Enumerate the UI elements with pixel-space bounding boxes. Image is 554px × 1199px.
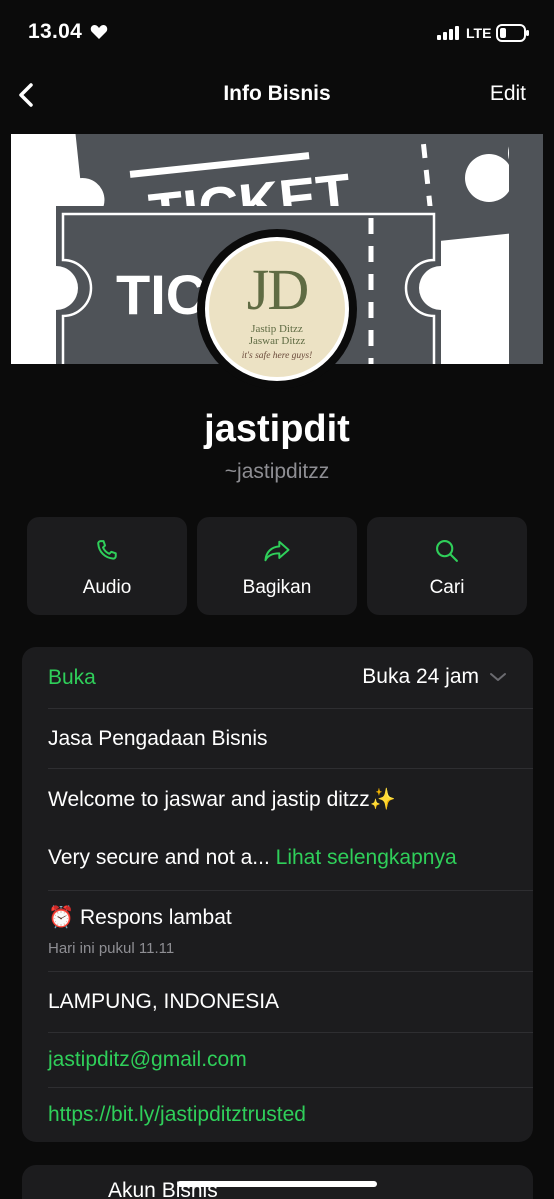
description-line-2: Very secure and not a... Lihat selengkap… xyxy=(48,846,457,870)
cover-text-front: TIC xyxy=(116,263,206,326)
business-category: Jasa Pengadaan Bisnis xyxy=(48,727,268,750)
chevron-down-icon xyxy=(490,673,506,681)
share-icon xyxy=(264,540,290,562)
hours-label: Buka 24 jam xyxy=(362,665,479,688)
hours-dropdown[interactable]: Buka 24 jam xyxy=(362,665,507,689)
heart-icon xyxy=(90,25,108,39)
audio-label: Audio xyxy=(82,577,132,598)
status-time: 13.04 xyxy=(28,20,83,43)
divider xyxy=(48,1087,533,1088)
logo-line-2: Jaswar Ditzz xyxy=(248,335,306,347)
website-link[interactable]: https://bit.ly/jastipditztrusted xyxy=(48,1103,306,1127)
open-status: Buka xyxy=(48,666,96,689)
response-row: ⏰ Respons lambat xyxy=(48,906,232,930)
logo-tagline: it's safe here guys! xyxy=(241,351,313,361)
business-info-card: Buka Buka 24 jam Jasa Pengadaan Bisnis W… xyxy=(22,647,533,1142)
network-type: LTE xyxy=(466,25,492,41)
response-time: Hari ini pukul 11.11 xyxy=(48,940,175,957)
divider xyxy=(48,768,533,769)
page-title: Info Bisnis xyxy=(223,82,331,105)
description-preview: Very secure and not a... xyxy=(48,846,270,869)
status-bar: 13.04 LTE xyxy=(0,0,554,68)
business-name: jastipdit xyxy=(204,408,350,450)
signal-icon xyxy=(437,26,459,40)
battery-icon xyxy=(496,24,529,42)
logo-line-1: Jastip Ditzz xyxy=(251,323,303,335)
see-more-link[interactable]: Lihat selengkapnya xyxy=(276,846,457,869)
avatar[interactable]: JD Jastip Ditzz Jaswar Ditzz it's safe h… xyxy=(209,241,345,377)
email-link[interactable]: jastipditz@gmail.com xyxy=(48,1048,247,1072)
share-label: Bagikan xyxy=(242,577,312,598)
share-button[interactable]: Bagikan xyxy=(197,517,357,615)
description-line-1: Welcome to jaswar and jastip ditzz✨ xyxy=(48,788,396,811)
divider xyxy=(48,1032,533,1033)
location: LAMPUNG, INDONESIA xyxy=(48,990,280,1013)
nav-bar: Info Bisnis Edit xyxy=(0,68,554,122)
search-icon xyxy=(436,540,458,562)
audio-call-button[interactable]: Audio xyxy=(27,517,187,615)
divider xyxy=(48,890,533,891)
search-label: Cari xyxy=(429,577,465,598)
logo-monogram: JD xyxy=(246,257,309,322)
divider xyxy=(48,971,533,972)
edit-button[interactable]: Edit xyxy=(490,82,526,106)
divider xyxy=(48,708,533,709)
search-button[interactable]: Cari xyxy=(367,517,527,615)
alarm-clock-icon: ⏰ xyxy=(48,906,75,929)
business-handle: ~jastipditzz xyxy=(224,460,330,483)
response-label: Respons lambat xyxy=(80,906,232,929)
phone-icon xyxy=(97,540,117,560)
home-indicator xyxy=(177,1181,377,1187)
